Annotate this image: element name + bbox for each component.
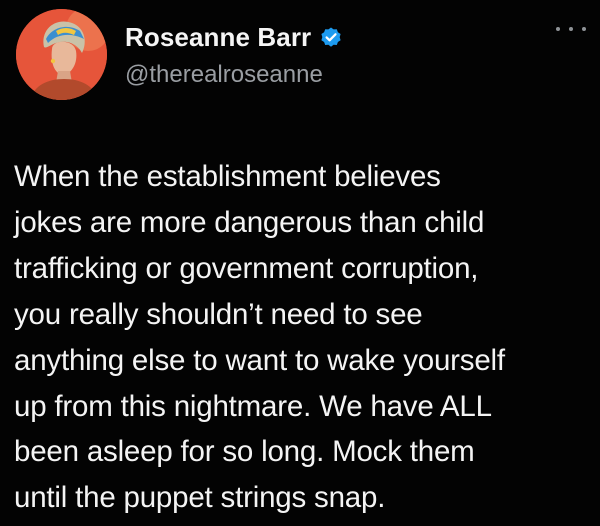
tweet-text-line: up from this nightmare. We have ALL	[14, 389, 492, 423]
tweet-text-line: been asleep for so long. Mock them	[14, 435, 475, 469]
tweet-text-line: until the puppet strings snap.	[14, 481, 386, 515]
tweet-text: When the establishment believes jokes ar…	[14, 154, 589, 521]
author-name-row: Roseanne Barr	[125, 22, 343, 53]
verified-badge-icon	[319, 26, 343, 50]
tweet-text-line: anything else to want to wake yourself	[14, 343, 505, 377]
author-display-name[interactable]: Roseanne Barr	[125, 22, 311, 53]
tweet-text-line: trafficking or government corruption,	[14, 251, 479, 285]
more-dot	[582, 27, 586, 31]
tweet-text-line: jokes are more dangerous than child	[14, 205, 485, 239]
more-dot	[556, 27, 560, 31]
more-dot	[569, 27, 573, 31]
profile-photo-icon	[16, 9, 107, 100]
author-handle[interactable]: @therealroseanne	[125, 61, 323, 89]
tweet-card: Roseanne Barr @therealroseanne When the …	[0, 0, 600, 526]
tweet-text-line: you really shouldn’t need to see	[14, 297, 423, 331]
profile-avatar[interactable]	[16, 9, 107, 100]
tweet-text-line: When the establishment believes	[14, 160, 441, 193]
more-options-icon[interactable]	[556, 21, 586, 37]
